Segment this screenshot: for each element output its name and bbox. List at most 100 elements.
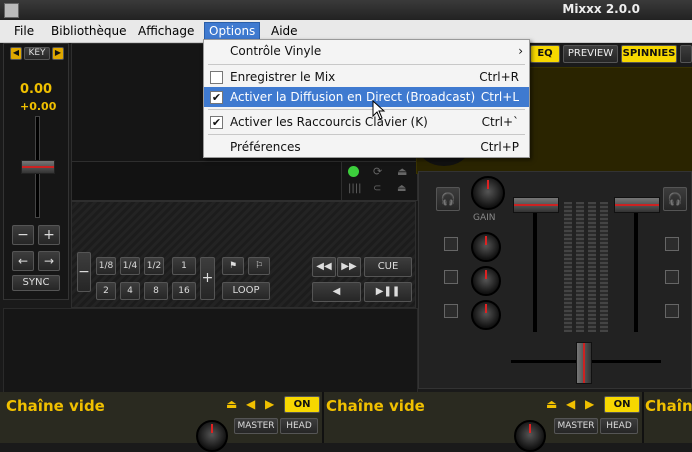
chain1-prev-icon[interactable]: ◀ (246, 397, 255, 411)
rate-slider-handle[interactable] (21, 160, 55, 174)
spinnies-button[interactable]: SPINNIES (621, 45, 677, 63)
fx2-toggle[interactable] (444, 270, 458, 284)
gain-knob[interactable] (471, 176, 505, 210)
rate-offset-display: +0.00 (20, 100, 57, 113)
key-right-button[interactable]: ▶ (52, 47, 64, 60)
chain2-next-icon[interactable]: ▶ (585, 397, 594, 411)
chain1-next-icon[interactable]: ▶ (265, 397, 274, 411)
menu-item-record-mix[interactable]: Enregistrer le Mix Ctrl+R (204, 67, 529, 87)
deck1-overview[interactable] (71, 161, 343, 201)
beatloop-16[interactable]: 16 (172, 282, 196, 300)
beatloop-1[interactable]: 1 (172, 257, 196, 275)
loop-double-button[interactable]: + (200, 257, 215, 300)
chain1-eject-icon[interactable]: ⏏ (226, 397, 237, 411)
vu-meter-1 (564, 202, 572, 332)
repeat-icon[interactable]: ⟳ (373, 165, 382, 178)
deck1-status-panel: ⟳ ⏏ |||| ⊂ ⏏ (341, 161, 418, 201)
library-gap (3, 308, 418, 394)
crossfader-handle[interactable] (576, 342, 592, 384)
rate-minus-button[interactable]: − (12, 225, 34, 245)
vu-meter-master-r (588, 202, 596, 332)
menu-view[interactable]: Affichage (134, 23, 198, 39)
menu-item-broadcast[interactable]: ✔ Activer la Diffusion en Direct (Broadc… (204, 87, 529, 107)
menu-item-shortcut: Ctrl+L (480, 90, 519, 104)
checkbox-checked-icon: ✔ (210, 91, 223, 104)
submenu-arrow-icon: › (518, 44, 523, 58)
rewind-icon[interactable]: ◀◀ (312, 257, 336, 277)
chain1-mix-knob[interactable] (196, 420, 228, 452)
chain1-master-button[interactable]: MASTER (234, 418, 278, 434)
beatloop-1-4[interactable]: 1/4 (120, 257, 140, 275)
rate-plus-button[interactable]: + (38, 225, 60, 245)
nudge-right-button[interactable]: → (38, 251, 60, 271)
eq-high-knob[interactable] (471, 232, 501, 262)
key-button[interactable]: KEY (24, 47, 50, 60)
menu-separator (208, 134, 525, 135)
menu-item-preferences[interactable]: Préférences Ctrl+P (204, 137, 529, 157)
chain2-eject-icon[interactable]: ⏏ (546, 397, 557, 411)
menu-item-shortcut: Ctrl+` (481, 115, 519, 129)
chain-divider-2 (642, 392, 644, 443)
sync-lock-icon[interactable] (348, 166, 359, 177)
play-pause-icon[interactable]: ▶❚❚ (364, 282, 412, 302)
effect-chain-2-title: Chaîne vide (326, 397, 425, 415)
chain1-head-button[interactable]: HEAD (280, 418, 318, 434)
fx1-toggle[interactable] (444, 237, 458, 251)
eq-low-knob[interactable] (471, 300, 501, 330)
chain2-head-button[interactable]: HEAD (600, 418, 638, 434)
fx3-toggle-2[interactable] (665, 304, 679, 318)
chain1-on-button[interactable]: ON (284, 396, 320, 413)
menu-file[interactable]: File (10, 23, 38, 39)
menu-item-keyboard-shortcuts[interactable]: ✔ Activer les Raccourcis Clavier (K) Ctr… (204, 112, 529, 132)
fx1-toggle-2[interactable] (665, 237, 679, 251)
beatloop-1-8[interactable]: 1/8 (96, 257, 116, 275)
fast-forward-icon[interactable]: ▶▶ (337, 257, 361, 277)
fx3-toggle[interactable] (444, 304, 458, 318)
headphone-icon[interactable]: 🎧 (436, 187, 460, 211)
loop-halve-button[interactable]: − (77, 252, 91, 292)
menu-separator (208, 109, 525, 110)
vu-meter-2 (600, 202, 608, 332)
beatloop-1-2[interactable]: 1/2 (144, 257, 164, 275)
headphone-icon-2[interactable]: 🎧 (663, 187, 687, 211)
fx2-toggle-2[interactable] (665, 270, 679, 284)
reverse-icon[interactable]: ◀ (312, 282, 361, 302)
menu-item-label: Enregistrer le Mix (230, 70, 336, 84)
channel2-volume-track[interactable] (634, 207, 638, 332)
menu-library[interactable]: Bibliothèque (47, 23, 131, 39)
chain2-on-button[interactable]: ON (604, 396, 640, 413)
channel1-volume-handle[interactable] (513, 197, 559, 213)
mixer-panel: 🎧 GAIN 🎧 (418, 171, 692, 389)
key-left-button[interactable]: ◀ (10, 47, 22, 60)
menu-item-label: Contrôle Vinyle (230, 44, 322, 58)
loop-in-icon[interactable]: ⚑ (222, 257, 244, 275)
menu-help[interactable]: Aide (267, 23, 302, 39)
eject-icon[interactable]: ⏏ (397, 165, 407, 178)
loop-button[interactable]: LOOP (222, 282, 270, 300)
beatloop-4[interactable]: 4 (120, 282, 140, 300)
menu-options[interactable]: Options (204, 22, 261, 40)
beatgrid-icon[interactable]: |||| (348, 183, 361, 194)
channel2-volume-handle[interactable] (614, 197, 660, 213)
chain2-prev-icon[interactable]: ◀ (566, 397, 575, 411)
chain2-master-button[interactable]: MASTER (554, 418, 598, 434)
nudge-left-button[interactable]: ← (12, 251, 34, 271)
eq-mid-knob[interactable] (471, 266, 501, 296)
sync-button[interactable]: SYNC (12, 275, 60, 291)
deck1-controls: − 1/8 1/4 1/2 1 2 4 8 16 + ⚑ ⚐ LOOP ◀◀ ▶… (71, 201, 416, 308)
beatloop-8[interactable]: 8 (144, 282, 168, 300)
beatloop-2[interactable]: 2 (96, 282, 116, 300)
menu-item-vinyl-control[interactable]: Contrôle Vinyle › (204, 41, 529, 61)
preview-button[interactable]: PREVIEW (563, 45, 618, 63)
eq-button[interactable]: EQ (530, 45, 560, 63)
effect-chain-3-title: Chaîne (645, 397, 692, 415)
cue-button[interactable]: CUE (364, 257, 412, 277)
menu-item-shortcut: Ctrl+P (480, 140, 519, 154)
more-button[interactable] (680, 45, 692, 63)
gain-label: GAIN (473, 213, 496, 223)
loop-icon[interactable]: ⊂ (373, 183, 381, 194)
chain2-mix-knob[interactable] (514, 420, 546, 452)
loop-out-icon[interactable]: ⚐ (248, 257, 270, 275)
keylock-icon[interactable]: ⏏ (397, 183, 406, 194)
channel1-volume-track[interactable] (533, 207, 537, 332)
